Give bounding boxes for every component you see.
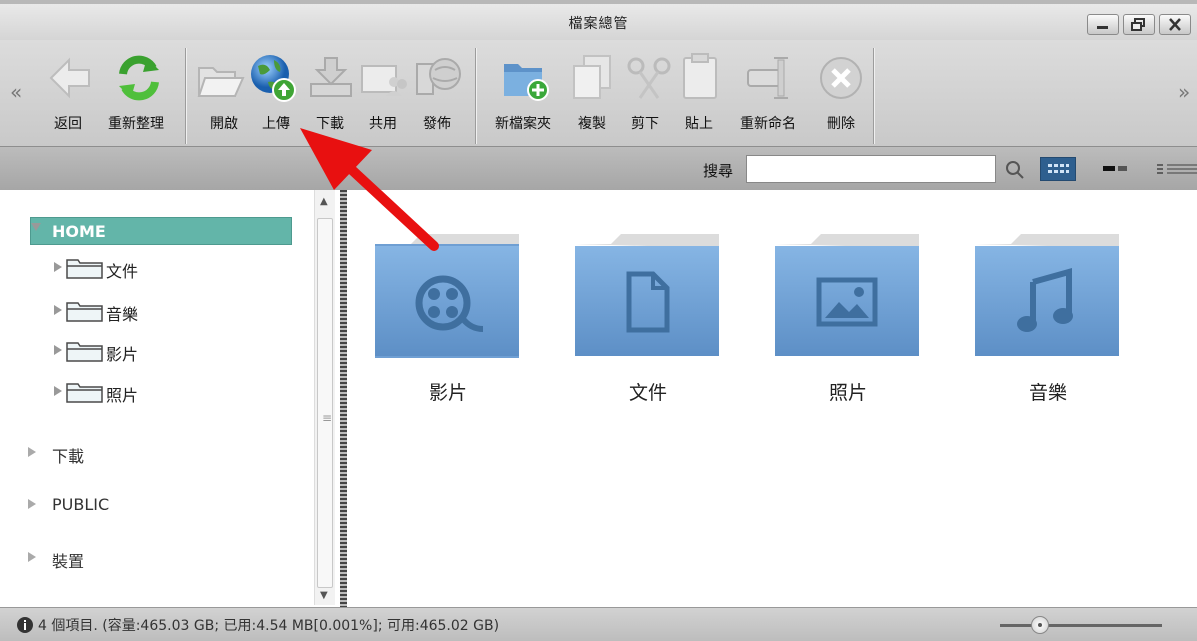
expand-caret-icon[interactable] — [31, 223, 41, 231]
expand-triangle-icon[interactable] — [54, 262, 62, 272]
close-icon — [1169, 18, 1181, 31]
folder-icon — [66, 302, 103, 322]
restore-button[interactable] — [1123, 14, 1155, 35]
folder-tile-documents[interactable]: 文件 — [573, 228, 723, 408]
toolbar-expand-button[interactable]: » — [1178, 80, 1197, 108]
cut-button[interactable]: 剪下 — [631, 113, 659, 133]
download-button[interactable]: 下載 — [316, 113, 344, 133]
folder-tile-videos[interactable]: 影片 — [373, 228, 523, 408]
toolbar-separator — [475, 48, 476, 144]
toolbar: « » 返回 重新整理 開啟 上傳 下載 共用 發佈 新檔案夾 複製 剪下 貼上… — [0, 40, 1197, 146]
folder-tile-music[interactable]: 音樂 — [973, 228, 1123, 408]
back-button[interactable]: 返回 — [54, 113, 82, 133]
expand-triangle-icon[interactable] — [28, 499, 36, 509]
search-input[interactable] — [746, 155, 996, 183]
folder-tree: HOME 文件 音樂 影片 照片 下載 PUBLIC 裝置 ▲ ≡ ▼ — [0, 190, 343, 607]
new-folder-icon[interactable] — [500, 52, 552, 104]
open-button[interactable]: 開啟 — [210, 113, 238, 133]
rename-icon[interactable] — [744, 52, 796, 104]
film-reel-icon — [375, 234, 519, 358]
search-label: 搜尋 — [703, 162, 734, 180]
open-folder-icon[interactable] — [195, 52, 247, 104]
folder-name: 文件 — [628, 382, 667, 404]
grid-view-button[interactable] — [1040, 157, 1076, 181]
paste-button[interactable]: 貼上 — [685, 113, 713, 133]
panel-splitter[interactable] — [340, 190, 347, 607]
folder-name: 音樂 — [1028, 382, 1067, 404]
folder-icon — [66, 383, 103, 403]
cut-icon[interactable] — [624, 52, 676, 104]
new-folder-button[interactable]: 新檔案夾 — [495, 113, 551, 133]
file-grid: 影片 文件 照片 音樂 — [347, 190, 1197, 607]
folder-icon — [66, 342, 103, 362]
copy-icon[interactable] — [570, 52, 622, 104]
tree-item-label: 照片 — [106, 386, 139, 405]
refresh-button[interactable]: 重新整理 — [108, 113, 164, 133]
tree-item-label: 下載 — [52, 447, 85, 466]
folder-name: 照片 — [828, 382, 867, 404]
delete-button[interactable]: 刪除 — [827, 113, 855, 133]
tree-item-home-label: HOME — [52, 222, 106, 241]
detail-view-button[interactable] — [1155, 157, 1197, 181]
status-bar: 4 個項目. (容量:465.03 GB; 已用:4.54 MB[0.001%]… — [0, 607, 1197, 641]
toolbar-collapse-button[interactable]: « — [10, 80, 30, 108]
music-note-icon — [975, 234, 1119, 356]
zoom-slider-thumb[interactable] — [1031, 616, 1049, 634]
search-icon[interactable] — [1004, 159, 1026, 181]
toolbar-separator — [185, 48, 186, 144]
close-button[interactable] — [1159, 14, 1191, 35]
grid-view-icon — [1048, 164, 1069, 173]
file-manager-window: 檔案總管 « » 返回 重新整理 開啟 上傳 下載 共用 發佈 新檔案夾 複製 … — [0, 0, 1197, 641]
folder-tile-photos[interactable]: 照片 — [773, 228, 923, 408]
share-icon[interactable] — [358, 52, 410, 104]
tree-item-label: 音樂 — [106, 305, 139, 324]
tree-item-label: 影片 — [106, 345, 139, 364]
copy-button[interactable]: 複製 — [578, 113, 606, 133]
download-icon[interactable] — [305, 52, 357, 104]
expand-triangle-icon[interactable] — [28, 447, 36, 457]
search-bar: 搜尋 — [0, 146, 1197, 190]
share-button[interactable]: 共用 — [369, 113, 397, 133]
scroll-up-arrow-icon[interactable]: ▲ — [320, 196, 328, 207]
expand-triangle-icon[interactable] — [28, 552, 36, 562]
paste-icon[interactable] — [676, 52, 728, 104]
minimize-button[interactable] — [1087, 14, 1119, 35]
tree-item-label: PUBLIC — [52, 495, 110, 514]
delete-icon[interactable] — [815, 52, 867, 104]
picture-icon — [775, 234, 919, 356]
scrollbar-thumb[interactable]: ≡ — [317, 218, 333, 588]
tree-item-label: 裝置 — [52, 552, 85, 571]
refresh-icon[interactable] — [113, 52, 165, 104]
publish-button[interactable]: 發佈 — [423, 113, 451, 133]
folder-icon — [66, 259, 103, 279]
rename-button[interactable]: 重新命名 — [740, 113, 796, 133]
grip-icon: ≡ — [322, 411, 333, 425]
info-icon — [17, 617, 33, 633]
expand-triangle-icon[interactable] — [54, 305, 62, 315]
back-arrow-icon[interactable] — [45, 52, 97, 104]
window-title: 檔案總管 — [568, 16, 629, 32]
publish-icon[interactable] — [413, 52, 465, 104]
upload-globe-icon[interactable] — [248, 52, 300, 104]
folder-name: 影片 — [428, 382, 467, 404]
minimize-icon — [1097, 26, 1108, 29]
title-bar[interactable]: 檔案總管 — [0, 0, 1197, 40]
expand-triangle-icon[interactable] — [54, 345, 62, 355]
list-view-button[interactable] — [1101, 157, 1129, 181]
detail-view-icon — [1157, 164, 1197, 174]
restore-icon — [1131, 18, 1145, 31]
list-view-icon — [1103, 166, 1127, 171]
status-text: 4 個項目. (容量:465.03 GB; 已用:4.54 MB[0.001%]… — [38, 618, 500, 634]
tree-item-label: 文件 — [106, 262, 139, 281]
zoom-slider-track[interactable] — [1000, 624, 1162, 627]
document-icon — [575, 234, 719, 356]
scroll-down-arrow-icon[interactable]: ▼ — [320, 590, 328, 601]
tree-scrollbar[interactable]: ▲ ≡ ▼ — [314, 190, 335, 605]
upload-button[interactable]: 上傳 — [262, 113, 290, 133]
toolbar-separator — [873, 48, 874, 144]
expand-triangle-icon[interactable] — [54, 386, 62, 396]
